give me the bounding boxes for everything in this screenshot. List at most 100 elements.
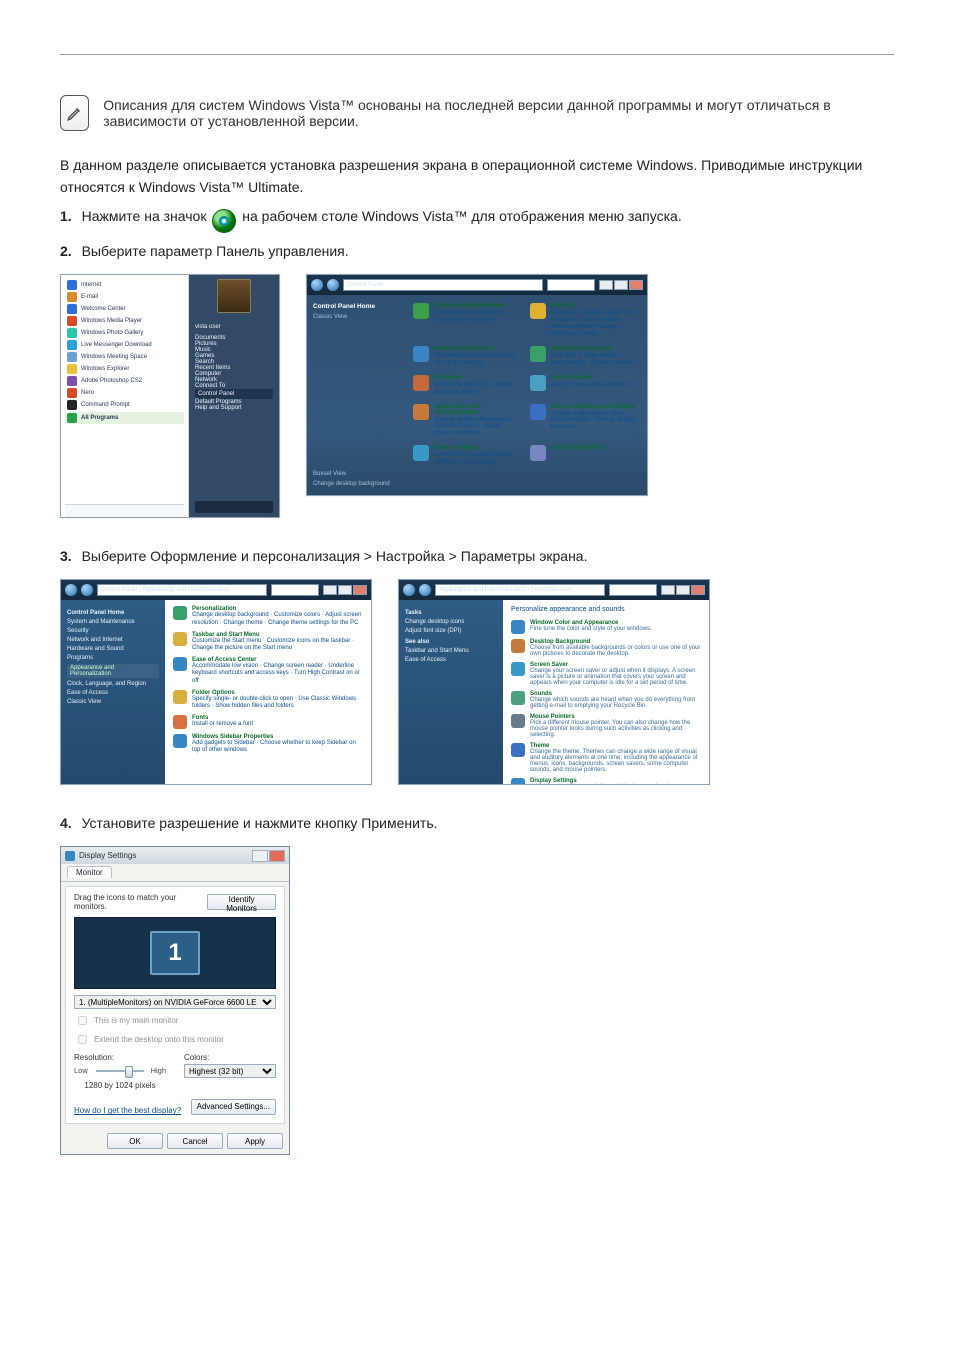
category-title[interactable]: Hardware and Sound — [551, 346, 637, 352]
start-right-item[interactable]: Control Panel — [195, 389, 273, 399]
best-display-link[interactable]: How do I get the best display? — [74, 1106, 181, 1115]
cp-category[interactable]: System and MaintenanceGet started with W… — [413, 303, 520, 338]
close-icon[interactable] — [353, 585, 367, 595]
category-sub[interactable]: Get started with Windows · Back up your … — [434, 310, 520, 324]
pers-address[interactable]: Appearance and Personalization › Persona… — [435, 584, 605, 596]
category-sub[interactable]: Change desktop background · Customize co… — [192, 612, 361, 625]
pers-search[interactable] — [609, 584, 657, 596]
close-icon[interactable] — [269, 850, 285, 862]
category-sub[interactable]: Add gadgets to Sidebar · Choose whether … — [192, 740, 356, 753]
start-menu-item[interactable]: Adobe Photoshop CS2 — [65, 375, 184, 387]
start-menu-item[interactable]: E-mail — [65, 291, 184, 303]
ap-side-item[interactable]: Ease of Access — [67, 690, 159, 696]
cp-category[interactable]: Ease of AccessLet Windows suggest settin… — [413, 445, 520, 466]
monitor-1[interactable]: 1 — [150, 931, 200, 975]
category-sub[interactable]: Change desktop background · Customize co… — [434, 417, 520, 438]
start-menu-item[interactable]: Command Prompt — [65, 399, 184, 411]
ap-side-item[interactable]: Appearance and Personalization — [67, 664, 159, 678]
category-title[interactable]: Appearance and Personalization — [434, 404, 520, 416]
ap-category[interactable]: Windows Sidebar PropertiesAdd gadgets to… — [173, 734, 363, 754]
start-menu-item[interactable]: Internet — [65, 279, 184, 291]
pers-option[interactable]: Screen SaverChange your screen saver or … — [511, 662, 701, 686]
apply-button[interactable]: Apply — [227, 1133, 283, 1149]
category-sub[interactable]: Uninstall a program · Change startup pro… — [434, 382, 520, 396]
category-sub[interactable]: Let Windows suggest settings · Optimize … — [434, 452, 520, 466]
category-sub[interactable]: Play CDs or other media automatically · … — [551, 353, 637, 367]
ap-side-item[interactable]: Control Panel Home — [67, 610, 159, 616]
monitor-preview[interactable]: 1 — [74, 917, 276, 989]
pers-side-item[interactable]: Ease of Access — [405, 657, 497, 663]
category-sub[interactable]: Specify single- or double-click to open … — [192, 696, 356, 709]
power-buttons[interactable] — [195, 501, 273, 513]
start-menu-item[interactable]: Live Messenger Download — [65, 339, 184, 351]
pers-option[interactable]: Desktop BackgroundChoose from available … — [511, 639, 701, 657]
slider-knob[interactable] — [125, 1066, 133, 1078]
cp-search[interactable] — [547, 279, 595, 291]
ap-address[interactable]: Control Panel › Appearance and Personali… — [97, 584, 267, 596]
ap-side-item[interactable]: Hardware and Sound — [67, 646, 159, 652]
min-icon[interactable] — [661, 585, 675, 595]
ap-side-item[interactable]: Network and Internet — [67, 637, 159, 643]
pers-side-item[interactable]: Change desktop icons — [405, 619, 497, 625]
ap-side-item[interactable]: System and Maintenance — [67, 619, 159, 625]
close-icon[interactable] — [691, 585, 705, 595]
ap-side-item[interactable]: Clock, Language, and Region — [67, 681, 159, 687]
cancel-button[interactable]: Cancel — [167, 1133, 223, 1149]
start-menu-item[interactable]: Windows Explorer — [65, 363, 184, 375]
max-icon[interactable] — [614, 280, 628, 290]
cp-category[interactable]: SecurityCheck for updates · Check this c… — [530, 303, 637, 338]
cp-category[interactable]: User AccountsAdd or remove user accounts — [530, 375, 637, 396]
cp-category[interactable]: ProgramsUninstall a program · Change sta… — [413, 375, 520, 396]
ap-category[interactable]: PersonalizationChange desktop background… — [173, 606, 363, 626]
category-sub[interactable]: Customize the Start menu · Customize ico… — [192, 638, 354, 651]
identify-monitors-button[interactable]: Identify Monitors — [207, 894, 276, 910]
category-title[interactable]: User Accounts — [551, 375, 629, 381]
cp-category[interactable]: Additional Options — [530, 445, 637, 466]
back-icon[interactable] — [403, 584, 415, 596]
ap-side-item[interactable]: Classic View — [67, 699, 159, 705]
back-icon[interactable] — [65, 584, 77, 596]
category-title[interactable]: System and Maintenance — [434, 303, 520, 309]
forward-icon[interactable] — [419, 584, 431, 596]
category-sub[interactable]: Accommodate low vision · Change screen r… — [192, 663, 360, 683]
start-search-box[interactable] — [65, 504, 184, 517]
ap-category[interactable]: Folder OptionsSpecify single- or double-… — [173, 690, 363, 710]
category-sub[interactable]: View network status and tasks · Set up f… — [434, 353, 520, 367]
min-icon[interactable] — [599, 280, 613, 290]
ap-category[interactable]: FontsInstall or remove a font — [173, 715, 363, 729]
pers-side-item[interactable]: Taskbar and Start Menu — [405, 648, 497, 654]
ap-search[interactable] — [271, 584, 319, 596]
min-icon[interactable] — [323, 585, 337, 595]
tab-monitor[interactable]: Monitor — [67, 866, 112, 878]
category-title[interactable]: Network and Internet — [434, 346, 520, 352]
max-icon[interactable] — [676, 585, 690, 595]
colors-select[interactable]: Highest (32 bit) — [184, 1064, 276, 1078]
pers-option[interactable]: ThemeChange the theme. Themes can change… — [511, 743, 701, 773]
cp-category[interactable]: Hardware and SoundPlay CDs or other medi… — [530, 346, 637, 367]
close-icon[interactable] — [629, 280, 643, 290]
start-right-item[interactable]: Help and Support — [195, 405, 273, 411]
ap-category[interactable]: Taskbar and Start MenuCustomize the Star… — [173, 632, 363, 652]
pers-side-item[interactable]: See also — [405, 639, 497, 645]
pers-option[interactable]: Window Color and AppearanceFine tune the… — [511, 620, 701, 634]
ap-category[interactable]: Ease of Access CenterAccommodate low vis… — [173, 657, 363, 685]
ap-side-item[interactable]: Security — [67, 628, 159, 634]
cp-classic-view[interactable]: Classic View — [313, 314, 397, 320]
category-title[interactable]: Clock, Language, and Region — [551, 404, 637, 410]
back-icon[interactable] — [311, 279, 323, 291]
pers-side-item[interactable]: Tasks — [405, 610, 497, 616]
cp-home[interactable]: Control Panel Home — [313, 303, 397, 310]
pers-side-item[interactable]: Adjust font size (DPI) — [405, 628, 497, 634]
cp-address[interactable]: Control Panel — [343, 279, 543, 291]
category-sub[interactable]: Change keyboards or other input methods … — [551, 411, 637, 432]
ok-button[interactable]: OK — [107, 1133, 163, 1149]
category-sub[interactable]: Add or remove user accounts — [551, 382, 629, 389]
category-sub[interactable]: Install or remove a font — [192, 721, 253, 727]
category-title[interactable]: Ease of Access — [434, 445, 520, 451]
pers-option[interactable]: SoundsChange which sounds are heard when… — [511, 691, 701, 709]
max-icon[interactable] — [338, 585, 352, 595]
category-sub[interactable]: Check for updates · Check this computer'… — [551, 310, 637, 338]
pers-option[interactable]: Mouse PointersPick a different mouse poi… — [511, 714, 701, 738]
ap-side-item[interactable]: Programs — [67, 655, 159, 661]
start-menu-item[interactable]: Windows Media Player — [65, 315, 184, 327]
